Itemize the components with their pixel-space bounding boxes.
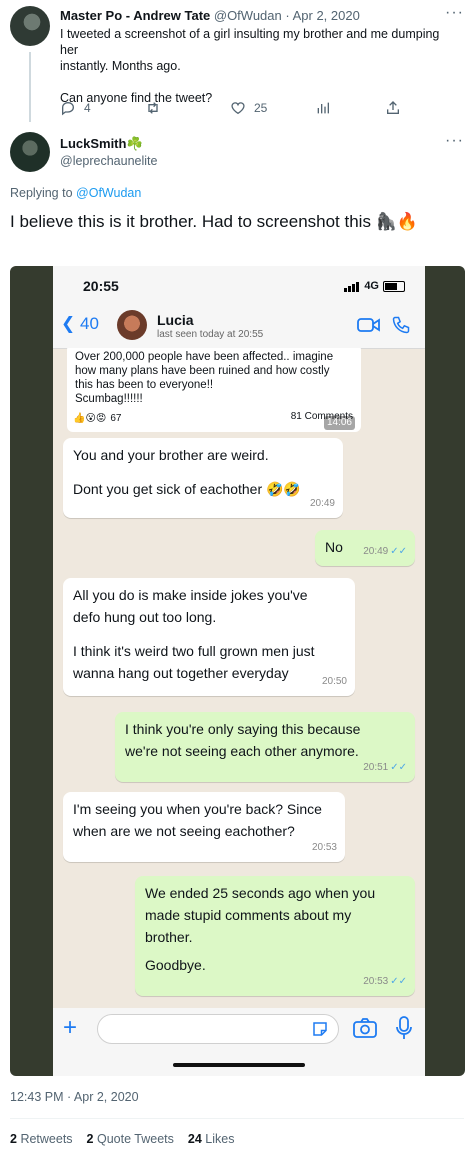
chat-header: ❮ 40 Lucia last seen today at 20:55: [53, 304, 425, 349]
message-input-bar: +: [53, 1008, 425, 1076]
back-count: 40: [79, 314, 99, 333]
reaction-count: 67: [110, 413, 122, 424]
read-receipt-icon: ✓✓: [390, 976, 407, 987]
home-indicator: [173, 1063, 305, 1067]
battery-icon: [383, 280, 405, 292]
message-time: 20:53: [311, 842, 337, 853]
likes-stat[interactable]: 24 Likes: [188, 1132, 235, 1146]
plus-icon[interactable]: +: [63, 1014, 77, 1042]
last-seen: last seen today at 20:55: [157, 329, 264, 340]
read-receipt-icon: ✓✓: [390, 546, 407, 557]
retweet-icon: [148, 102, 158, 114]
avatar[interactable]: [10, 6, 50, 46]
analytics-icon: [317, 102, 329, 114]
like-count: 25: [254, 101, 268, 115]
read-receipt-icon: ✓✓: [390, 762, 407, 773]
author-handle[interactable]: @OfWudan: [214, 8, 282, 23]
back-button[interactable]: ❮ 40: [61, 314, 99, 334]
more-options-icon[interactable]: ···: [445, 4, 464, 22]
retweets-stat[interactable]: 2 Retweets: [10, 1132, 73, 1146]
share-icon: [387, 101, 399, 114]
chevron-left-icon: ❮: [61, 314, 76, 333]
tweet-text-line: I tweeted a screenshot of a girl insulti…: [60, 27, 440, 57]
message-outgoing[interactable]: We ended 25 seconds ago when you made st…: [135, 876, 415, 996]
reply-button[interactable]: 4: [60, 100, 91, 116]
message-incoming[interactable]: I'm seeing you when you're back? Since w…: [63, 792, 345, 862]
tweet-image[interactable]: 20:55 4G ❮ 40 Lucia last seen today at 2…: [10, 266, 465, 1076]
divider: [10, 1118, 464, 1119]
post-line: Over 200,000 people have been affected..…: [75, 351, 334, 363]
tweet-actions: 4 25: [60, 100, 400, 116]
like-button[interactable]: 25: [230, 100, 267, 116]
forwarded-post[interactable]: Over 200,000 people have been affected..…: [67, 348, 361, 432]
reply-icon: [62, 101, 75, 116]
message-time: 20:51 ✓✓: [363, 762, 407, 773]
author-handle[interactable]: @leprechaunelite: [60, 154, 157, 168]
whatsapp-screenshot: 20:55 4G ❮ 40 Lucia last seen today at 2…: [53, 266, 425, 1076]
tweet-text: I tweeted a screenshot of a girl insulti…: [60, 26, 460, 106]
replying-handle-link[interactable]: @OfWudan: [76, 186, 141, 200]
tweet-date[interactable]: · Apr 2, 2020: [285, 8, 359, 23]
message-time: 14:06: [323, 416, 355, 430]
author-name-row: LuckSmith☘️: [60, 136, 143, 152]
thread-line: [29, 52, 31, 122]
signal-indicators: 4G: [344, 280, 405, 292]
phone-call-icon[interactable]: [391, 314, 411, 336]
author-name[interactable]: Master Po - Andrew Tate: [60, 8, 210, 23]
share-button[interactable]: [385, 100, 401, 116]
message-time: 20:50: [321, 676, 347, 687]
message-outgoing[interactable]: No 20:49 ✓✓: [315, 530, 415, 566]
sticker-icon[interactable]: [311, 1020, 329, 1038]
avatar[interactable]: [10, 132, 50, 172]
post-line: how many plans have been ruined and how …: [75, 365, 330, 377]
message-time: 20:53 ✓✓: [363, 976, 407, 987]
chat-area: Over 200,000 people have been affected..…: [53, 348, 425, 1008]
more-options-icon[interactable]: ···: [445, 132, 464, 150]
message-input[interactable]: [97, 1014, 339, 1044]
post-line: this has been to everyone!!: [75, 379, 214, 391]
replying-label: Replying to: [10, 186, 73, 200]
tweet-timestamp[interactable]: 12:43 PM · Apr 2, 2020: [10, 1090, 139, 1104]
analytics-button[interactable]: [315, 100, 331, 116]
reaction-icons: 👍😮😡: [73, 413, 107, 424]
reactions: 👍😮😡 67: [73, 412, 121, 426]
quote-tweets-stat[interactable]: 2 Quote Tweets: [87, 1132, 174, 1146]
message-incoming[interactable]: All you do is make inside jokes you've d…: [63, 578, 355, 696]
contact-avatar[interactable]: [117, 310, 147, 340]
engagement-stats: 2 Retweets 2 Quote Tweets 24 Likes: [10, 1132, 234, 1146]
status-bar: 20:55 4G: [53, 266, 425, 304]
tweet-text: I believe this is it brother. Had to scr…: [10, 212, 419, 231]
author-name[interactable]: LuckSmith: [60, 136, 126, 151]
message-time: 20:49 ✓✓: [363, 546, 407, 557]
video-call-icon[interactable]: [357, 316, 381, 334]
replying-to: Replying to @OfWudan: [10, 186, 141, 200]
contact-name[interactable]: Lucia: [157, 312, 194, 328]
reply-count: 4: [84, 101, 91, 115]
message-outgoing[interactable]: I think you're only saying this because …: [115, 712, 415, 782]
network-label: 4G: [364, 280, 379, 292]
signal-icon: [344, 280, 360, 292]
heart-icon: [231, 102, 245, 115]
clover-icon: ☘️: [126, 136, 143, 151]
tweet-text-line: instantly. Months ago.: [60, 59, 181, 73]
message-incoming[interactable]: You and your brother are weird. Dont you…: [63, 438, 343, 518]
post-line: Scumbag!!!!!!: [75, 393, 143, 405]
message-time: 20:49: [309, 498, 335, 509]
clock: 20:55: [83, 278, 119, 294]
microphone-icon[interactable]: [395, 1016, 413, 1040]
retweet-button[interactable]: [145, 100, 161, 116]
tweet-header: Master Po - Andrew Tate @OfWudan · Apr 2…: [60, 8, 360, 23]
camera-icon[interactable]: [353, 1018, 377, 1038]
